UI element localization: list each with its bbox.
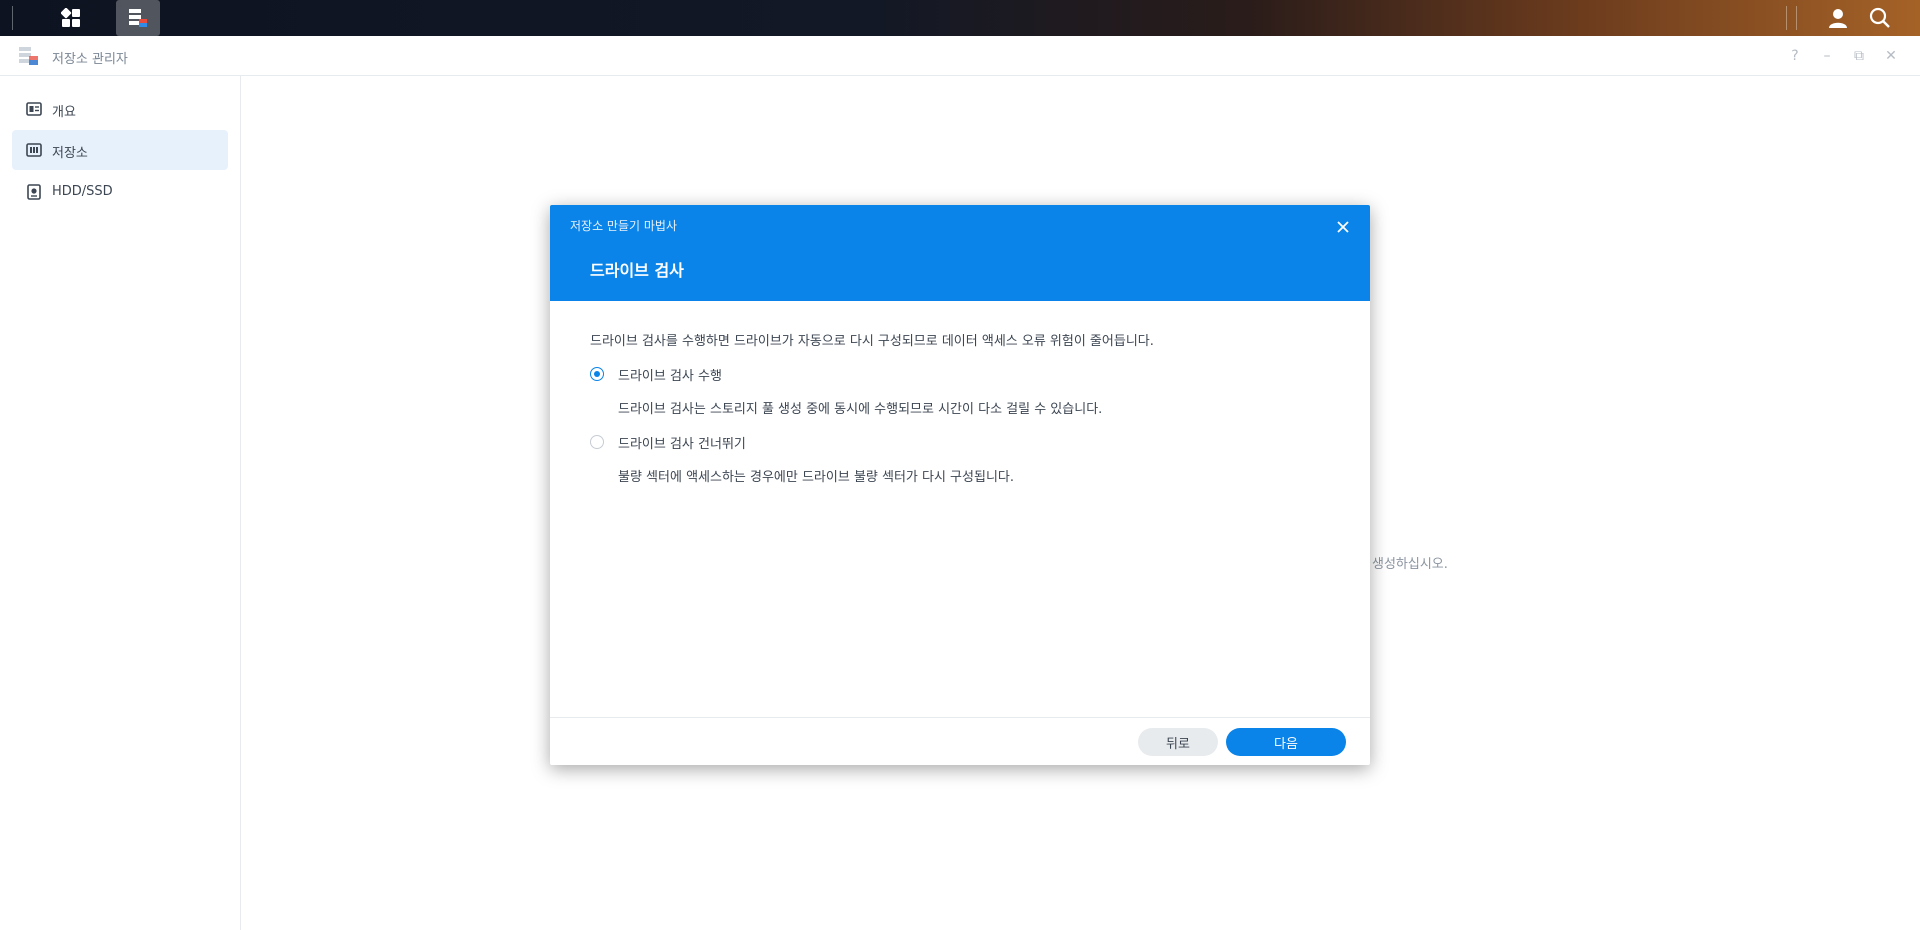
radio-perform-drive-check[interactable] <box>590 367 604 381</box>
sidebar: 개요 저장소 HDD/SSD <box>0 76 241 930</box>
dialog-caption: 저장소 만들기 마법사 <box>570 219 677 233</box>
grid-icon <box>61 8 80 27</box>
help-button[interactable]: ? <box>1785 46 1805 66</box>
help-icon: ? <box>1791 48 1799 64</box>
window-titlebar[interactable]: 저장소 관리자 ? – ⧉ ✕ <box>0 36 1920 76</box>
user-icon <box>1829 9 1847 28</box>
search-icon <box>1869 7 1890 28</box>
dialog-header[interactable]: 저장소 만들기 마법사 드라이브 검사 <box>550 205 1370 301</box>
dialog-body: 드라이브 검사를 수행하면 드라이브가 자동으로 다시 구성되므로 데이터 액세… <box>550 301 1370 721</box>
window-close-button[interactable]: ✕ <box>1881 46 1901 66</box>
option-label: 드라이브 검사 수행 <box>618 368 722 384</box>
sidebar-item-label: 개요 <box>52 105 76 120</box>
storage-manager-app-icon <box>19 47 38 65</box>
dialog-title: 드라이브 검사 <box>590 261 684 280</box>
taskbar-separator <box>1786 6 1787 30</box>
empty-state-text: 생성하십시오. <box>1372 557 1448 572</box>
next-button[interactable]: 다음 <box>1226 728 1346 756</box>
user-button[interactable] <box>1820 0 1856 36</box>
storage-manager-icon <box>129 9 147 27</box>
window-title: 저장소 관리자 <box>52 52 128 67</box>
dialog-footer: 뒤로 다음 <box>550 717 1370 765</box>
sidebar-item-label: HDD/SSD <box>52 184 113 199</box>
overview-icon <box>26 102 42 116</box>
close-icon: ✕ <box>1885 48 1897 64</box>
close-icon <box>1337 221 1349 233</box>
taskbar-separator <box>1796 6 1797 30</box>
option-description: 드라이브 검사는 스토리지 풀 생성 중에 동시에 수행되므로 시간이 다소 걸… <box>618 402 1103 417</box>
option-skip-drive-check[interactable]: 드라이브 검사 건너뛰기 <box>590 432 746 452</box>
option-description: 불량 섹터에 액세스하는 경우에만 드라이브 불량 섹터가 다시 구성됩니다. <box>618 470 1014 485</box>
option-perform-drive-check[interactable]: 드라이브 검사 수행 <box>590 364 722 384</box>
main-menu-button[interactable] <box>50 0 92 36</box>
dialog-close-button[interactable] <box>1332 216 1354 238</box>
restore-button[interactable]: ⧉ <box>1849 46 1869 66</box>
hdd-icon <box>27 184 41 200</box>
storage-icon <box>26 143 42 157</box>
sidebar-item-hdd-ssd[interactable]: HDD/SSD <box>12 172 228 212</box>
sidebar-item-label: 저장소 <box>52 146 88 161</box>
search-button[interactable] <box>1862 0 1898 36</box>
restore-icon: ⧉ <box>1854 48 1864 64</box>
minimize-button[interactable]: – <box>1817 46 1837 66</box>
back-button[interactable]: 뒤로 <box>1138 728 1218 756</box>
taskbar-storage-manager-button[interactable] <box>116 0 160 36</box>
minimize-icon: – <box>1823 48 1831 64</box>
create-storage-wizard-dialog: 저장소 만들기 마법사 드라이브 검사 드라이브 검사를 수행하면 드라이브가 … <box>550 205 1370 765</box>
taskbar-separator <box>12 6 13 30</box>
taskbar <box>0 0 1920 36</box>
option-label: 드라이브 검사 건너뛰기 <box>618 436 746 452</box>
dialog-description: 드라이브 검사를 수행하면 드라이브가 자동으로 다시 구성되므로 데이터 액세… <box>590 334 1154 349</box>
sidebar-item-storage[interactable]: 저장소 <box>12 130 228 170</box>
radio-skip-drive-check[interactable] <box>590 435 604 449</box>
sidebar-item-overview[interactable]: 개요 <box>12 89 228 129</box>
